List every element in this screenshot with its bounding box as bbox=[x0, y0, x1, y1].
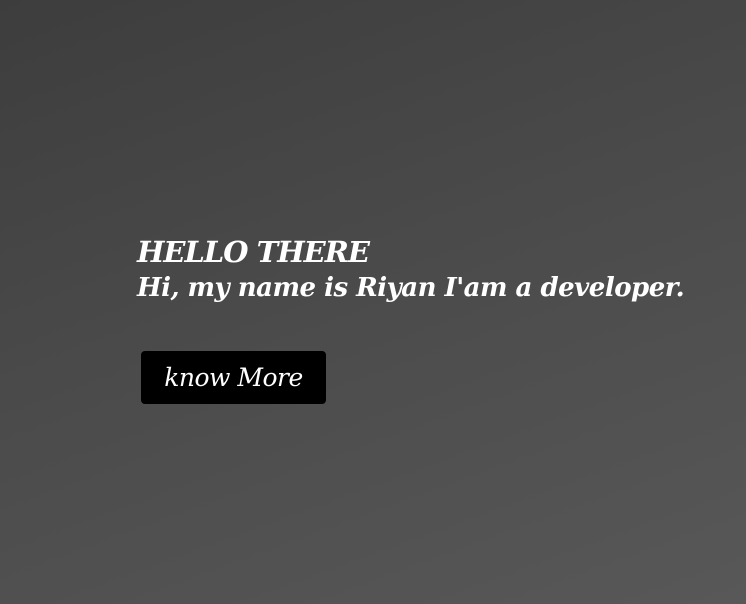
hero-greeting: HELLO THERE bbox=[137, 235, 370, 269]
hero-section: HELLO THERE Hi, my name is Riyan I'am a … bbox=[137, 234, 697, 306]
hero-intro-text: Hi, my name is Riyan I'am a developer. bbox=[137, 273, 685, 303]
know-more-button[interactable]: know More bbox=[141, 351, 326, 404]
